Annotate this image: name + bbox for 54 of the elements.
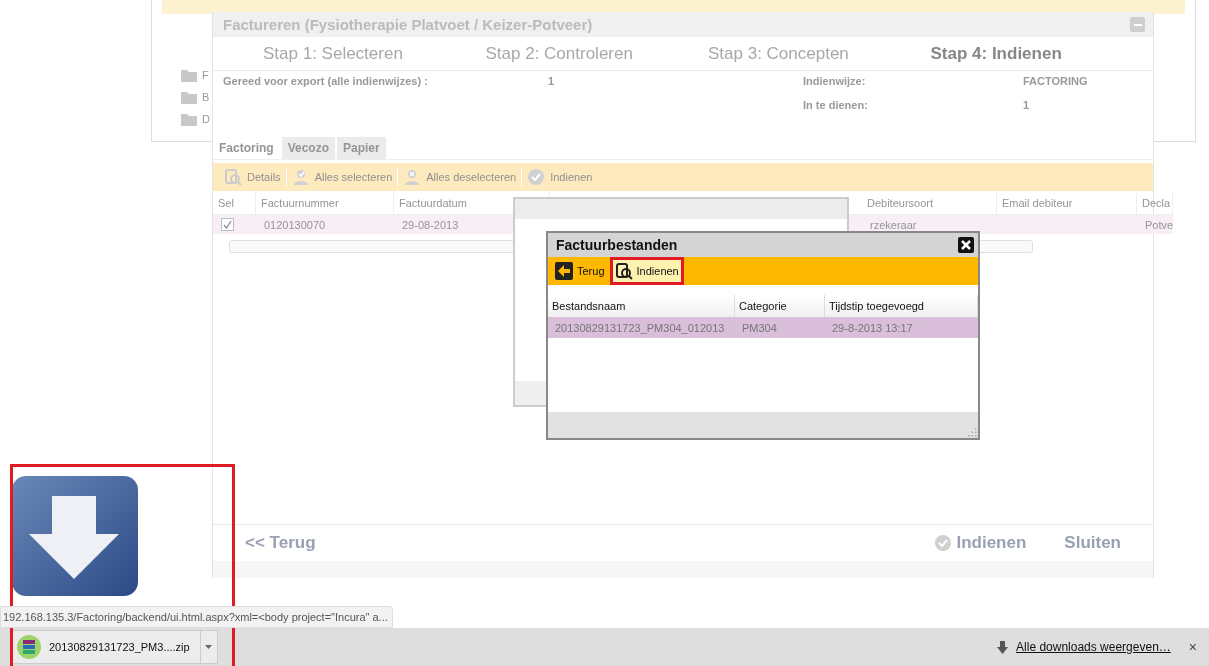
show-all-downloads-link[interactable]: Alle downloads weergeven… [1016,640,1171,654]
info-value: FACTORING [1023,75,1088,89]
folder-icon [180,111,198,127]
submit-button[interactable]: Indienen [934,533,1027,553]
back-arrow-icon [555,262,573,280]
table-cell: Potve [1137,215,1174,234]
wizard-step: Stap 3: Concepten [708,43,931,64]
download-icon [12,476,138,596]
table-cell[interactable]: PM304 [735,317,825,338]
download-arrow-icon [997,640,1009,654]
table-cell[interactable]: 29-8-2013 13:17 [825,317,978,338]
toolbar-button[interactable]: Indienen [522,168,598,186]
toolbar-button[interactable]: Indienen [612,260,681,282]
toolbar-button[interactable]: Details [219,168,287,186]
folder-label[interactable]: B [202,91,210,103]
info-value: 1 [548,75,555,89]
resize-grip-icon[interactable] [966,426,978,438]
tab[interactable]: Papier [337,137,386,159]
wizard-step: Stap 4: Indienen [930,43,1153,64]
info-label: Indienwijze: [803,75,867,89]
download-item[interactable]: 20130829131723_PM3....zip [12,630,218,664]
info-label: In te dienen: [803,99,869,113]
table-cell: 0120130070 [256,215,394,234]
wizard-step: Stap 2: Controleren [485,43,708,64]
info-value: 1 [1023,99,1030,113]
close-button[interactable]: × [1188,639,1197,655]
user-remove-icon [403,168,422,186]
back-button[interactable]: << Terug [245,533,316,553]
window-title: Factuurbestanden [556,237,678,253]
check-circle-icon [527,168,546,186]
magnifier-icon [224,168,242,186]
magnifier-icon [614,262,633,280]
toolbar-button[interactable]: Alles selecteren [286,168,399,186]
close-button[interactable]: Sluiten [1064,533,1121,553]
user-check-icon [291,168,310,186]
info-label: Gereed voor export (alle indienwijzes) : [223,75,429,89]
folder-label[interactable]: D [202,113,210,125]
folder-icon [180,89,198,105]
toolbar-button[interactable]: Alles deselecteren [398,168,523,186]
close-icon[interactable] [958,237,974,253]
caret-icon[interactable] [205,645,213,649]
column-header: Tijdstip toegevoegd [825,295,978,317]
archive-icon [17,635,41,659]
column-header: Categorie [735,295,825,317]
tab[interactable]: Vecozo [281,137,336,159]
check-circle-icon [934,534,953,552]
status-url: 192.168.135.3/Factoring/backend/ui.html.aspx?xml=<body project="Incura" a... [0,606,393,628]
folder-icon [180,67,198,83]
folder-label[interactable]: F [202,69,209,81]
wizard-step: Stap 1: Selecteren [263,43,486,64]
toolbar-button[interactable]: Terug [553,260,607,282]
row-checkbox[interactable] [221,218,234,231]
column-header: Bestandsnaam [548,295,735,317]
table-cell[interactable]: 20130829131723_PM304_012013 [548,317,735,338]
